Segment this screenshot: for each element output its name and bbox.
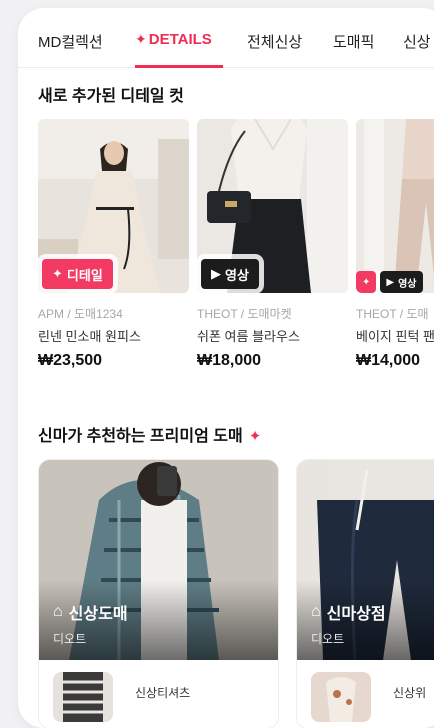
- product-shop: APM / 도매1234: [38, 307, 123, 321]
- store-location: 디오트: [311, 632, 345, 646]
- product-card[interactable]: ✦ ▶ 영상 THEOT / 도매 베이지 핀턱 팬 ₩14,000: [356, 119, 434, 370]
- tab-label: 신상: [403, 34, 431, 51]
- product-thumbnail[interactable]: [53, 672, 113, 722]
- badge-label: 영상: [225, 267, 249, 283]
- store-footer: 신상티셔츠: [39, 660, 278, 728]
- tab-new[interactable]: 신상: [403, 31, 431, 52]
- section-title-premium: 신마가 추천하는 프리미엄 도매 ✦: [38, 422, 261, 446]
- store-image: ⌂ 신상도매 디오트: [39, 460, 278, 660]
- product-shop: THEOT / 도매: [356, 307, 429, 321]
- product-label: 신상티셔츠: [135, 686, 191, 700]
- play-icon: ▶: [211, 266, 221, 281]
- badge-label: 영상: [398, 278, 417, 290]
- product-shop: THEOT / 도매마켓: [197, 307, 292, 321]
- tab-label: 전체신상: [247, 34, 303, 51]
- premium-store-card[interactable]: ⌂ 신상도매 디오트 신상티셔츠: [38, 459, 279, 728]
- product-label: 신상위: [393, 686, 427, 700]
- active-tab-indicator: [135, 65, 223, 68]
- product-name: 린넨 민소매 원피스: [38, 329, 141, 344]
- product-price: ₩14,000: [356, 352, 421, 369]
- product-price: ₩18,000: [197, 352, 262, 369]
- badge-label: 디테일: [66, 267, 103, 283]
- tab-all-new[interactable]: 전체신상: [247, 31, 302, 52]
- section-title-new-details: 새로 추가된 디테일 컷: [38, 88, 184, 105]
- badge-group: ✦ ▶ 영상: [356, 271, 423, 293]
- sparkle-icon: ✦: [52, 266, 63, 281]
- tab-label: DETAILS: [148, 31, 212, 48]
- tab-wholesale-pick[interactable]: 도매픽: [333, 31, 374, 52]
- premium-store-card[interactable]: ⌂ 신마상점 디오트 신상위: [296, 459, 434, 728]
- content-card: MD컬렉션 ✦ DETAILS 전체신상 도매픽 신상 새로 추가된 디테일 컷 …: [18, 8, 434, 728]
- tab-details[interactable]: ✦ DETAILS: [135, 31, 212, 48]
- store-footer: 신상위: [297, 660, 434, 728]
- product-card[interactable]: ▶ 영상 THEOT / 도매마켓 쉬폰 여름 블라우스 ₩18,000: [197, 119, 348, 370]
- product-name: 베이지 핀턱 팬: [356, 329, 434, 344]
- store-name: ⌂ 신마상점: [311, 600, 386, 624]
- store-image: ⌂ 신마상점 디오트: [297, 460, 434, 660]
- category-tabs: MD컬렉션 ✦ DETAILS 전체신상 도매픽 신상: [18, 8, 434, 68]
- product-image[interactable]: ✦ 디테일: [38, 119, 189, 293]
- product-price: ₩23,500: [38, 352, 103, 369]
- product-image[interactable]: ✦ ▶ 영상: [356, 119, 434, 293]
- product-image[interactable]: ▶ 영상: [197, 119, 348, 293]
- store-location: 디오트: [53, 632, 87, 646]
- sparkle-icon: ✦: [135, 31, 147, 47]
- play-icon: ▶: [386, 276, 395, 288]
- tab-label: 도매픽: [333, 34, 375, 51]
- store-name-label: 신마상점: [326, 606, 386, 623]
- video-badge: ▶ 영상: [201, 259, 259, 289]
- tab-label: MD컬렉션: [38, 34, 103, 51]
- sparkle-icon: ✦: [356, 271, 377, 293]
- product-thumbnail[interactable]: [311, 672, 371, 722]
- store-name-label: 신상도매: [68, 606, 128, 623]
- store-name: ⌂ 신상도매: [53, 600, 128, 624]
- video-badge: ▶ 영상: [380, 271, 423, 293]
- tab-md-collection[interactable]: MD컬렉션: [38, 31, 103, 52]
- home-icon: ⌂: [53, 603, 63, 620]
- product-name: 쉬폰 여름 블라우스: [197, 329, 300, 344]
- detail-badge: ✦ 디테일: [42, 259, 113, 289]
- sparkle-icon: ✦: [248, 428, 262, 445]
- home-icon: ⌂: [311, 603, 321, 620]
- product-card[interactable]: ✦ 디테일 APM / 도매1234 린넨 민소매 원피스 ₩23,500: [38, 119, 189, 370]
- section-title-label: 신마가 추천하는 프리미엄 도매: [38, 428, 243, 445]
